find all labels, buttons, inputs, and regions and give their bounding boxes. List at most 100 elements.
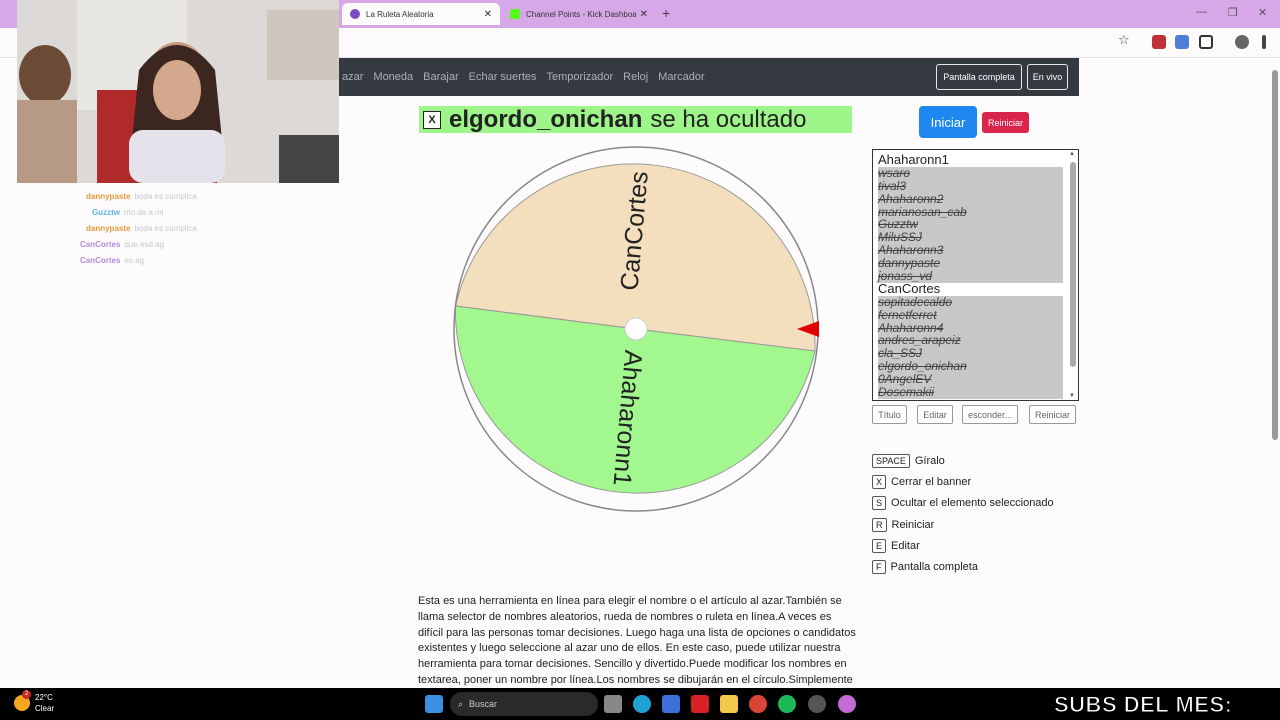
shortcut-key: S bbox=[872, 496, 887, 511]
nav-link-barajar[interactable]: Barajar bbox=[423, 71, 458, 83]
hide-button[interactable]: esconder... bbox=[962, 405, 1018, 424]
chat-username: Guzztw bbox=[92, 207, 120, 217]
live-button[interactable]: En vivo bbox=[1027, 64, 1068, 90]
banner-text: se ha ocultado bbox=[650, 105, 807, 133]
bookmark-star-icon[interactable]: ☆ bbox=[1118, 32, 1130, 48]
close-tab-icon[interactable]: ✕ bbox=[640, 9, 648, 20]
tab-title: La Ruleta Aleatoria bbox=[366, 9, 434, 19]
chat-text: que esd ag bbox=[124, 239, 165, 249]
name-entry: Dosemakii bbox=[878, 386, 1063, 399]
subs-counter-overlay: SUBS DEL MES: 0/10 bbox=[1054, 692, 1233, 720]
netflix-icon[interactable] bbox=[691, 695, 709, 713]
name-entry: tival3 bbox=[878, 179, 1063, 193]
search-icon: ⌕ bbox=[458, 698, 464, 709]
chat-message: dannypaste boda es cumplica bbox=[78, 220, 197, 236]
taskbar-search[interactable]: ⌕ Buscar bbox=[450, 692, 598, 716]
chat-username: dannypaste bbox=[86, 191, 131, 201]
webcam-feed-image bbox=[17, 0, 339, 183]
shortcut-row: S Ocultar el elemento seleccionado bbox=[872, 493, 1054, 514]
windows-start-icon[interactable] bbox=[425, 695, 443, 713]
task-view-icon[interactable] bbox=[604, 695, 622, 713]
fullscreen-button[interactable]: Pantalla completa bbox=[936, 64, 1022, 90]
reset-button[interactable]: Reiniciar bbox=[982, 112, 1029, 133]
shortcut-key: E bbox=[872, 538, 887, 553]
restore-icon[interactable]: ❐ bbox=[1228, 6, 1238, 19]
start-button[interactable]: Iniciar bbox=[919, 106, 977, 138]
chat-message: CanCortes es ag bbox=[78, 252, 197, 268]
webcam-overlay bbox=[17, 0, 339, 183]
ruleta-favicon-icon bbox=[350, 9, 360, 19]
name-entry: fernetferret bbox=[878, 308, 1063, 322]
file-explorer-icon[interactable] bbox=[720, 695, 738, 713]
edit-button[interactable]: Editar bbox=[917, 405, 953, 424]
title-button[interactable]: Título bbox=[872, 405, 907, 424]
menu-dots-icon[interactable] bbox=[1262, 35, 1266, 49]
obs-icon[interactable] bbox=[808, 695, 826, 713]
weather-widget[interactable]: 22°C Clear bbox=[14, 692, 54, 714]
search-placeholder: Buscar bbox=[469, 699, 498, 709]
minimize-icon[interactable]: — bbox=[1196, 6, 1207, 18]
shortcut-label: Reiniciar bbox=[891, 518, 935, 531]
chat-message: dannypaste boda es cumplica bbox=[78, 188, 197, 204]
site-nav: azar Moneda Barajar Echar suertes Tempor… bbox=[338, 58, 1079, 96]
nav-link-echar-suertes[interactable]: Echar suertes bbox=[469, 71, 537, 83]
list-reset-button[interactable]: Reiniciar bbox=[1029, 405, 1076, 424]
spotify-icon[interactable] bbox=[778, 695, 796, 713]
page-scroll-thumb[interactable] bbox=[1272, 70, 1278, 440]
extension-icon[interactable] bbox=[1152, 35, 1166, 49]
nav-link-temporizador[interactable]: Temporizador bbox=[547, 71, 614, 83]
nav-link-azar[interactable]: azar bbox=[342, 71, 363, 83]
name-entry: CanCortes bbox=[878, 280, 941, 296]
shortcut-label: Pantalla completa bbox=[890, 561, 978, 574]
chat-text: es ag bbox=[124, 255, 145, 265]
shortcut-label: Gíralo bbox=[914, 454, 945, 467]
shortcut-key: R bbox=[872, 517, 887, 532]
shortcut-row: F Pantalla completa bbox=[872, 556, 1054, 577]
scroll-up-icon[interactable]: ▲ bbox=[1069, 151, 1075, 157]
nav-link-moneda[interactable]: Moneda bbox=[373, 71, 413, 83]
names-list: Ahaharonn1 wsaro tival3 Ahaharonn2 marianosa… bbox=[873, 150, 1078, 399]
shortcut-row: R Reiniciar bbox=[872, 514, 1054, 535]
name-entry: sopitadecaldo bbox=[878, 295, 1063, 309]
selected-name: elgordo_onichan bbox=[449, 105, 643, 133]
new-tab-icon[interactable]: + bbox=[662, 5, 670, 21]
names-scrollbar[interactable]: ▲ ▼ bbox=[1069, 151, 1076, 399]
chrome-icon[interactable] bbox=[749, 695, 767, 713]
shortcut-key: F bbox=[872, 560, 886, 575]
stream-chat: dannypaste boda es cumplica Guzztw mo da a … bbox=[78, 188, 197, 268]
weather-condition: Clear bbox=[35, 704, 55, 713]
profile-avatar-icon[interactable] bbox=[1235, 35, 1249, 49]
name-wheel[interactable]: CanCortes Ahaharonn1 bbox=[453, 146, 819, 512]
chrome-profile-icon[interactable] bbox=[838, 695, 856, 713]
shortcut-row: SPACE Gíralo bbox=[872, 450, 1054, 471]
chat-text: mo da a mi bbox=[124, 207, 164, 217]
shortcut-row: X Cerrar el banner bbox=[872, 471, 1054, 492]
name-entry: Ahaharonn2 bbox=[878, 192, 1063, 206]
close-window-icon[interactable]: ✕ bbox=[1258, 6, 1267, 19]
kick-favicon-icon bbox=[510, 9, 520, 19]
nav-link-marcador[interactable]: Marcador bbox=[658, 71, 704, 83]
scroll-down-icon[interactable]: ▼ bbox=[1069, 393, 1075, 399]
scroll-thumb[interactable] bbox=[1070, 162, 1076, 367]
close-tab-icon[interactable]: ✕ bbox=[484, 9, 492, 20]
tab-kick-dashboard[interactable]: Channel Points - Kick Dashboa ✕ bbox=[502, 3, 656, 25]
tab-title: Channel Points - Kick Dashboa bbox=[526, 9, 636, 19]
chat-username: CanCortes bbox=[80, 239, 121, 249]
tab-ruleta[interactable]: La Ruleta Aleatoria ✕ bbox=[342, 3, 500, 25]
translate-icon[interactable] bbox=[1175, 35, 1189, 49]
nav-link-reloj[interactable]: Reloj bbox=[623, 71, 648, 83]
edge-icon[interactable] bbox=[633, 695, 651, 713]
result-banner: X elgordo_onichan se ha ocultado bbox=[419, 106, 852, 133]
chat-username: dannypaste bbox=[86, 223, 131, 233]
store-icon[interactable] bbox=[662, 695, 680, 713]
url-field[interactable] bbox=[340, 32, 1140, 54]
close-banner-button[interactable]: X bbox=[423, 110, 441, 129]
page-scrollbar[interactable] bbox=[1270, 58, 1280, 688]
temperature: 22°C bbox=[35, 693, 53, 702]
extensions-puzzle-icon[interactable] bbox=[1199, 35, 1213, 49]
chat-message: CanCortes que esd ag bbox=[78, 236, 197, 252]
names-textarea[interactable]: Ahaharonn1 wsaro tival3 Ahaharonn2 marianosa… bbox=[872, 149, 1079, 401]
shortcut-key: X bbox=[872, 474, 887, 489]
keyboard-shortcuts: SPACE Gíralo X Cerrar el banner S Ocultar e… bbox=[872, 450, 1054, 578]
wheel-center-hub bbox=[624, 317, 648, 341]
